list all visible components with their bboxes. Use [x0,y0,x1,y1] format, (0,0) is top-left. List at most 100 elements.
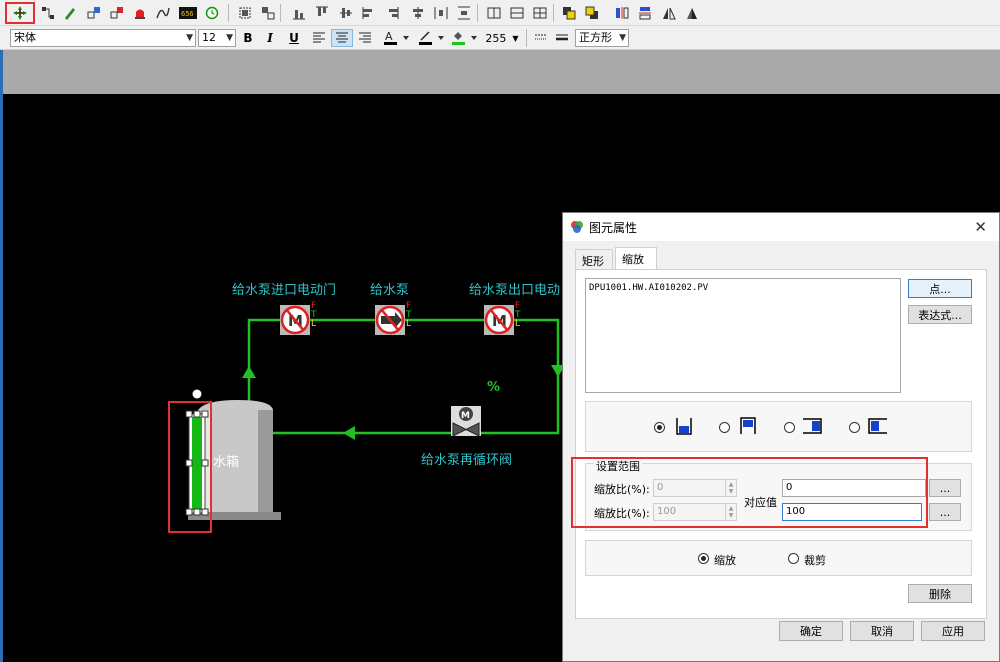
line-width-value[interactable]: 255 ▼ [484,29,520,47]
front-icon[interactable] [559,3,579,23]
distribute-v-icon[interactable] [454,3,474,23]
underline-button[interactable]: U [286,29,302,47]
curve-icon[interactable] [153,3,173,23]
back-icon[interactable] [582,3,602,23]
pipe-bottom [273,371,560,435]
browse-max-button[interactable]: ... [929,503,961,521]
drawing-toolbar: 656 [0,0,1000,26]
ungroup-box-icon[interactable] [258,3,278,23]
align-bottom-icon[interactable] [289,3,309,23]
expression-button[interactable]: 表达式... [908,305,972,324]
grid-2-icon[interactable] [507,3,527,23]
direction-left-radio[interactable] [849,422,860,433]
tab-rectangle[interactable]: 矩形 [575,249,613,269]
tank-label: 水箱 [213,455,240,470]
direction-bottom-radio[interactable] [654,422,665,433]
dialog-title: 图元属性 [589,220,638,235]
rotate-handle[interactable] [192,389,202,399]
alarm-icon[interactable] [130,3,150,23]
align-right-text-icon[interactable] [356,29,374,47]
app-icon [571,221,583,233]
italic-button[interactable]: I [262,29,278,47]
fill-color-button[interactable] [450,29,480,47]
chevron-down-icon: ▼ [186,33,193,43]
recirc-valve-icon[interactable]: M [451,406,481,437]
clock-icon[interactable] [202,3,222,23]
pen-icon[interactable] [60,3,80,23]
svg-text:M: M [461,411,470,421]
format-toolbar: 宋体 ▼ 12 ▼ B I U A 255 ▼ 正方形 ▼ [0,26,1000,50]
point-expression-field[interactable]: DPU1001.HW.AI010202.PV [585,278,901,393]
pump-icon[interactable] [375,305,405,335]
flow-arrow-up-icon [242,366,256,378]
flip-h-icon[interactable] [612,3,632,23]
toolbar-separator [477,4,478,22]
align-center-icon[interactable] [408,3,428,23]
font-name-value: 宋体 [14,31,36,44]
pointer-icon[interactable] [5,2,35,24]
ftl-l: L [406,319,412,329]
chevron-down-icon: ▼ [226,33,233,43]
grid-4-icon[interactable] [530,3,550,23]
ftl-l: L [515,319,521,329]
distribute-h-icon[interactable] [431,3,451,23]
ungroup-icon[interactable] [84,3,104,23]
level-bar-fill [192,417,202,510]
align-left-icon[interactable] [359,3,379,23]
point-button[interactable]: 点... [908,279,972,298]
pump-label: 给水泵 [370,283,410,298]
font-size-value: 12 [202,31,216,44]
direction-right-radio[interactable] [784,422,795,433]
bold-button[interactable]: B [240,29,256,47]
group-box-icon[interactable] [235,3,255,23]
mode-clip-label: 裁剪 [804,554,826,567]
outlet-valve-icon[interactable]: M [484,305,514,335]
rotate-icon[interactable] [659,3,679,23]
mode-clip-radio[interactable] [788,553,799,564]
inlet-valve-label: 给水泵进口电动门 [232,283,337,298]
connect-icon[interactable] [38,3,58,23]
chevron-down-icon: ▼ [512,33,519,43]
workspace-header [0,50,1000,94]
toolbar-separator [280,4,281,22]
cancel-button[interactable]: 取消 [850,621,914,641]
outlet-ftl: FTL [515,302,521,329]
apply-button[interactable]: 应用 [921,621,985,641]
grid-1-icon[interactable] [484,3,504,23]
align-left-text-icon[interactable] [310,29,328,47]
mode-scale-radio[interactable] [698,553,709,564]
line-weight-icon[interactable] [553,29,571,47]
font-name-select[interactable]: 宋体 ▼ [10,29,196,47]
align-middle-icon[interactable] [336,3,356,23]
percent-label: % [487,380,501,395]
font-size-select[interactable]: 12 ▼ [198,29,236,47]
delete-button[interactable]: 删除 [908,584,972,603]
inlet-valve-icon[interactable]: M [280,305,310,335]
toolbar-separator [553,4,554,22]
ok-button[interactable]: 确定 [779,621,843,641]
mirror-icon[interactable] [682,3,702,23]
line-width-text: 255 [485,31,507,45]
group-icon[interactable] [107,3,127,23]
element-properties-dialog: 图元属性 ✕ 矩形 缩放 DPU1001.HW.AI010202.PV 点...… [562,212,1000,662]
direction-top-radio[interactable] [719,422,730,433]
shape-select[interactable]: 正方形 ▼ [575,29,629,47]
ftl-l: L [311,319,317,329]
line-style-icon[interactable] [532,29,550,47]
dialog-titlebar[interactable]: 图元属性 ✕ [563,213,999,241]
flip-v-icon[interactable] [635,3,655,23]
recirc-valve-label: 给水泵再循环阀 [421,453,513,468]
close-icon[interactable]: ✕ [974,218,987,236]
browse-min-button[interactable]: ... [929,479,961,497]
align-right-icon[interactable] [382,3,402,23]
line-color-button[interactable] [417,29,447,47]
align-top-icon[interactable] [312,3,332,23]
text-color-button[interactable]: A [382,29,412,47]
scale-panel: DPU1001.HW.AI010202.PV 点... 表达式... 设置范围 … [575,269,987,619]
mode-scale-label: 缩放 [714,554,736,567]
outlet-valve-label: 给水泵出口电动 [469,283,561,298]
align-center-text-icon[interactable] [331,29,353,47]
tab-scale[interactable]: 缩放 [615,247,657,269]
fill-right-icon [803,418,822,434]
numeric-display-icon[interactable]: 656 [177,3,199,23]
